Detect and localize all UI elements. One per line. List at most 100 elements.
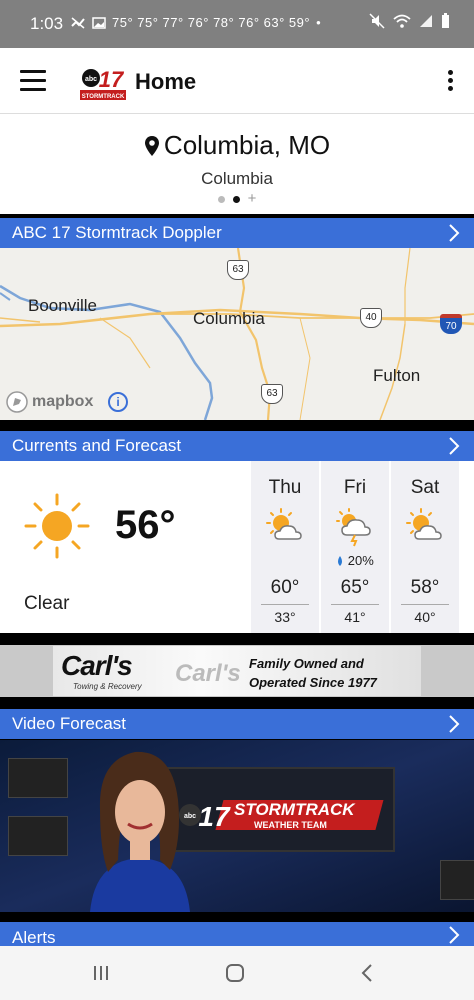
status-bar: 1:03 75° 75° 77° 76° 78° 76° 63° 59° • <box>0 0 474 48</box>
hamburger-icon-line <box>20 79 46 82</box>
no-call-icon <box>71 16 85 29</box>
raindrop-icon <box>338 556 343 566</box>
status-temps: 75° 75° 77° 76° 78° 76° 63° 59° <box>112 15 311 30</box>
studio-monitor <box>8 816 68 856</box>
chevron-right-icon <box>449 224 460 242</box>
add-location-icon[interactable]: + <box>248 191 257 206</box>
forecast-high: 60° <box>270 577 300 598</box>
forecast-day-name: Fri <box>343 477 367 498</box>
hamburger-icon-line <box>20 70 46 73</box>
presenter-image <box>90 751 190 912</box>
us63-shield: 63 <box>261 384 283 404</box>
us63-shield: 63 <box>227 260 249 280</box>
location-subtitle: Columbia <box>201 169 273 188</box>
currents-title: Currents and Forecast <box>12 436 182 455</box>
ad-tagline: Towing & Recovery <box>73 682 142 691</box>
mapbox-attribution: mapbox <box>32 393 94 410</box>
video-title: Video Forecast <box>12 714 127 733</box>
i70-shield: 70 <box>440 314 462 334</box>
gallery-icon <box>92 16 106 29</box>
forecast-low: 33° <box>274 609 296 625</box>
overflow-menu-button[interactable] <box>444 70 456 94</box>
system-navigation-bar <box>0 946 474 1000</box>
doppler-section-header[interactable]: ABC 17 Stormtrack Doppler <box>0 218 474 248</box>
doppler-title: ABC 17 Stormtrack Doppler <box>12 223 222 242</box>
mapbox-icon <box>6 391 28 413</box>
forecast-divider <box>331 604 379 605</box>
map-label-boonville: Boonville <box>28 296 97 315</box>
more-vert-icon <box>447 86 453 91</box>
status-notification-icons: 75° 75° 77° 76° 78° 76° 63° 59° • <box>70 15 321 30</box>
chevron-right-icon <box>449 437 460 455</box>
location-name: Columbia, MO <box>163 130 331 160</box>
forecast-day-name: Thu <box>268 477 302 498</box>
svg-text:STORMTRACK: STORMTRACK <box>82 94 125 100</box>
ad-banner[interactable]: Carl's Carl's Towing & Recovery Family O… <box>53 646 421 696</box>
forecast-precip: 20% <box>321 553 389 568</box>
page-dot[interactable] <box>217 195 225 203</box>
alerts-title: Alerts <box>12 928 56 946</box>
forecast-low: 40° <box>414 609 436 625</box>
forecast-day: Fri 20% 65° 41° <box>321 461 389 633</box>
ad-banner-container: Carl's Carl's Towing & Recovery Family O… <box>0 645 474 697</box>
menu-button[interactable] <box>20 70 46 92</box>
app-bar: abc 17 STORMTRACK Home <box>0 48 474 114</box>
chevron-right-icon <box>449 926 460 944</box>
svg-text:abc: abc <box>85 76 97 83</box>
currents-section-header[interactable]: Currents and Forecast <box>0 431 474 461</box>
current-condition: Clear <box>24 593 70 614</box>
location-header[interactable]: Columbia, MO Columbia + <box>0 114 474 214</box>
abc17-logo-icon: abc 17 STORMTRACK <box>80 67 126 100</box>
forecast-day: Thu 60° 33° <box>251 461 319 633</box>
thunderstorm-icon <box>336 508 371 547</box>
more-vert-icon <box>447 78 453 83</box>
status-time: 1:03 <box>30 14 64 33</box>
ad-line-2: Operated Since 1977 <box>249 675 377 690</box>
studio-monitor <box>8 758 68 798</box>
back-icon[interactable] <box>355 960 381 986</box>
more-vert-icon <box>447 70 453 75</box>
recent-apps-icon[interactable] <box>88 960 114 986</box>
partly-cloudy-icon <box>406 508 442 540</box>
location-page-indicator: + <box>0 191 474 206</box>
forecast-high: 58° <box>410 577 440 598</box>
status-system-icons <box>369 13 450 29</box>
forecast-low: 41° <box>344 609 366 625</box>
stormtrack-text: STORMTRACK <box>234 800 355 819</box>
hamburger-icon-line <box>20 88 46 91</box>
video-section-header[interactable]: Video Forecast <box>0 709 474 739</box>
location-pin-icon <box>144 135 159 156</box>
doppler-map[interactable]: Boonville Columbia Fulton 63 40 63 70 ma… <box>0 248 474 420</box>
forecast-day-name: Sat <box>410 477 440 498</box>
map-label-fulton: Fulton <box>373 366 421 385</box>
forecast-day: Sat 58° 40° <box>391 461 459 633</box>
chevron-right-icon <box>449 715 460 733</box>
mapbox-logo[interactable]: mapbox <box>6 391 93 413</box>
ad-brand-echo: Carl's <box>175 660 241 687</box>
ad-brand: Carl's <box>61 650 133 681</box>
forecast-divider <box>261 604 309 605</box>
forecast-divider <box>401 604 449 605</box>
wifi-icon <box>393 14 411 28</box>
app-title: Home <box>135 69 197 94</box>
currents-forecast-panel[interactable]: 56° Clear Thu 60° 33° Fri 20% 65° 41° Sa <box>0 461 474 633</box>
battery-icon <box>442 13 449 28</box>
forecast-high: 65° <box>340 577 370 598</box>
map-label-columbia: Columbia <box>193 309 265 328</box>
ad-line-1: Family Owned and <box>249 656 364 671</box>
partly-cloudy-icon <box>266 508 302 540</box>
status-bullet: • <box>316 15 322 30</box>
current-temperature: 56° <box>115 503 176 547</box>
current-conditions: 56° Clear <box>0 461 250 633</box>
mute-icon <box>369 13 385 29</box>
info-icon[interactable]: i <box>108 392 128 412</box>
video-forecast-thumbnail[interactable]: abc 17 STORMTRACK WEATHER TEAM <box>0 740 474 912</box>
alerts-section-header[interactable]: Alerts <box>0 922 474 946</box>
home-icon[interactable] <box>222 960 248 986</box>
sun-icon <box>24 493 90 559</box>
forecast-precip-value: 20% <box>347 553 374 568</box>
weather-team-text: WEATHER TEAM <box>254 820 327 830</box>
us40-shield: 40 <box>360 308 382 328</box>
studio-monitor <box>440 860 474 900</box>
page-dot-active[interactable] <box>232 195 240 203</box>
